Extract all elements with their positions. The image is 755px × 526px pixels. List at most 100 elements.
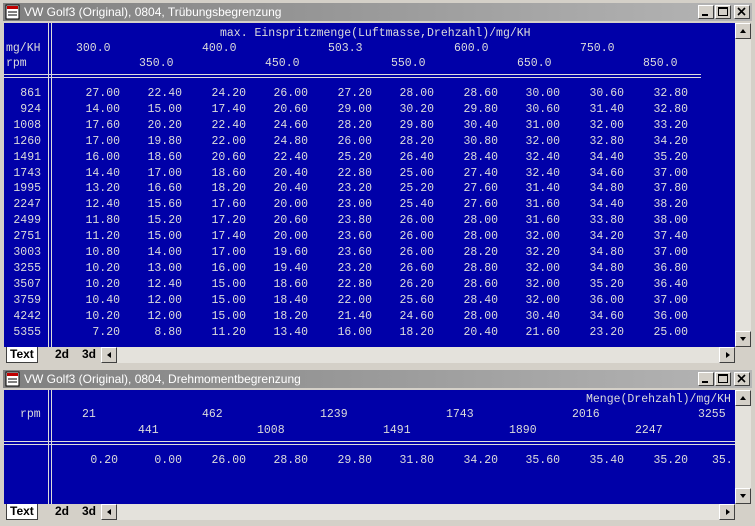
value-cell[interactable]: 28.60	[463, 278, 498, 291]
value-cell[interactable]: 11.20	[211, 326, 246, 339]
value-cell[interactable]: 28.40	[463, 294, 498, 307]
scroll-up-button[interactable]	[735, 23, 751, 39]
value-cell[interactable]: 32.00	[525, 230, 560, 243]
value-cell[interactable]: 38.00	[653, 214, 688, 227]
scroll-left-button[interactable]	[101, 347, 117, 363]
value-cell[interactable]: 25.00	[653, 326, 688, 339]
value-cell[interactable]: 17.00	[211, 246, 246, 259]
map-table-view[interactable]: Menge(Drehzahl)/mg/KH rpm 21 462 1239 17…	[4, 390, 735, 504]
tab-3d[interactable]: 3d	[79, 347, 99, 363]
value-cell[interactable]: 24.80	[273, 135, 308, 148]
minimize-button[interactable]	[698, 5, 714, 19]
value-cell[interactable]: 17.60	[211, 198, 246, 211]
value-cell[interactable]: 0.00	[154, 454, 182, 467]
value-cell[interactable]: 16.60	[147, 182, 182, 195]
value-cell[interactable]: 26.00	[337, 135, 372, 148]
value-cell[interactable]: 17.40	[211, 230, 246, 243]
value-cell[interactable]: 37.40	[653, 230, 688, 243]
value-cell[interactable]: 29.80	[399, 119, 434, 132]
vertical-scrollbar[interactable]	[735, 23, 751, 347]
value-cell[interactable]: 27.20	[337, 87, 372, 100]
value-cell[interactable]: 27.60	[463, 182, 498, 195]
horizontal-scrollbar[interactable]	[101, 347, 735, 363]
value-cell[interactable]: 32.80	[653, 87, 688, 100]
value-cell[interactable]: 22.00	[337, 294, 372, 307]
value-cell[interactable]: 25.00	[399, 167, 434, 180]
value-cell[interactable]: 15.20	[147, 214, 182, 227]
value-cell[interactable]: 36.00	[653, 310, 688, 323]
value-cell[interactable]: 37.00	[653, 167, 688, 180]
value-cell[interactable]: 25.60	[399, 294, 434, 307]
value-cell[interactable]: 34.20	[589, 230, 624, 243]
value-cell[interactable]: 8.80	[154, 326, 182, 339]
value-cell[interactable]: 25.20	[399, 182, 434, 195]
value-cell[interactable]: 35.40	[589, 454, 624, 467]
value-cell[interactable]: 35.60	[525, 454, 560, 467]
value-cell[interactable]: 32.20	[525, 246, 560, 259]
value-cell[interactable]: 23.00	[337, 198, 372, 211]
map-table-view[interactable]: max. Einspritzmenge(Luftmasse,Drehzahl)/…	[4, 23, 735, 347]
value-cell[interactable]: 25.20	[337, 151, 372, 164]
value-cell[interactable]: 17.60	[85, 119, 120, 132]
scroll-up-button[interactable]	[735, 390, 751, 406]
value-cell[interactable]: 35.20	[653, 151, 688, 164]
value-cell[interactable]: 35.20	[653, 454, 688, 467]
value-cell[interactable]: 10.20	[85, 278, 120, 291]
scroll-right-button[interactable]	[719, 347, 735, 363]
value-cell[interactable]: 21.60	[525, 326, 560, 339]
value-cell[interactable]: 26.40	[399, 151, 434, 164]
value-cell[interactable]: 29.00	[337, 103, 372, 116]
value-cell[interactable]: 23.60	[337, 230, 372, 243]
value-cell[interactable]: 15.60	[147, 198, 182, 211]
value-cell[interactable]: 34.60	[589, 167, 624, 180]
value-cell[interactable]: 34.80	[589, 262, 624, 275]
value-cell[interactable]: 37.00	[653, 246, 688, 259]
value-cell[interactable]: 24.60	[399, 310, 434, 323]
value-cell[interactable]: 26.00	[273, 87, 308, 100]
value-cell[interactable]: 29.80	[463, 103, 498, 116]
value-cell[interactable]: 25.40	[399, 198, 434, 211]
scroll-down-button[interactable]	[735, 331, 751, 347]
value-cell[interactable]: 22.40	[211, 119, 246, 132]
scroll-down-button[interactable]	[735, 488, 751, 504]
value-cell[interactable]: 34.80	[589, 246, 624, 259]
value-cell[interactable]: 28.00	[463, 310, 498, 323]
value-cell[interactable]: 19.40	[273, 262, 308, 275]
value-cell[interactable]: 13.40	[273, 326, 308, 339]
value-cell[interactable]: 14.00	[85, 103, 120, 116]
value-cell[interactable]: 14.00	[147, 246, 182, 259]
value-cell[interactable]: 35.20	[589, 278, 624, 291]
value-cell[interactable]: 28.00	[463, 230, 498, 243]
value-cell[interactable]: 20.40	[273, 182, 308, 195]
value-cell[interactable]: 16.00	[337, 326, 372, 339]
value-cell[interactable]: 28.00	[399, 87, 434, 100]
value-cell[interactable]: 13.20	[85, 182, 120, 195]
value-cell[interactable]: 11.80	[85, 214, 120, 227]
value-cell[interactable]: 37.00	[653, 294, 688, 307]
value-cell[interactable]: 28.00	[463, 214, 498, 227]
value-cell[interactable]: 23.20	[589, 326, 624, 339]
value-cell[interactable]: 15.00	[147, 230, 182, 243]
value-cell[interactable]: 31.40	[525, 182, 560, 195]
value-cell[interactable]: 10.20	[85, 310, 120, 323]
value-cell[interactable]: 26.00	[399, 230, 434, 243]
value-cell[interactable]: 33.80	[589, 214, 624, 227]
value-cell[interactable]: 20.20	[147, 119, 182, 132]
value-cell[interactable]: 7.20	[92, 326, 120, 339]
value-cell[interactable]: 10.80	[85, 246, 120, 259]
value-cell[interactable]: 34.40	[589, 198, 624, 211]
value-cell[interactable]: 20.60	[273, 103, 308, 116]
value-cell[interactable]: 34.20	[653, 135, 688, 148]
value-cell[interactable]: 22.40	[273, 151, 308, 164]
value-cell[interactable]: 21.40	[337, 310, 372, 323]
value-cell[interactable]: 27.60	[463, 198, 498, 211]
value-cell[interactable]: 18.20	[273, 310, 308, 323]
value-cell[interactable]: 28.80	[463, 262, 498, 275]
close-button[interactable]	[734, 5, 750, 19]
close-button[interactable]	[734, 372, 750, 386]
value-cell[interactable]: 19.80	[147, 135, 182, 148]
value-cell[interactable]: 30.60	[525, 103, 560, 116]
window-titlebar[interactable]: VW Golf3 (Original), 0804, Drehmomentbeg…	[3, 370, 752, 388]
value-cell[interactable]: 32.40	[525, 167, 560, 180]
value-cell[interactable]: 32.00	[525, 278, 560, 291]
